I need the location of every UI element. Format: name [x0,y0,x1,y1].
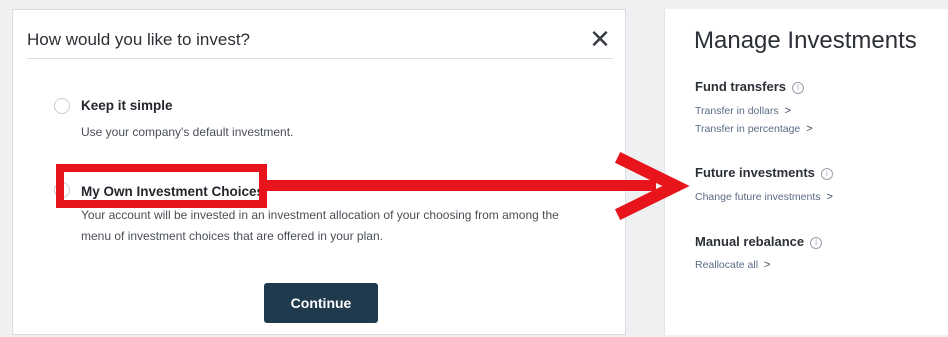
annotation-arrow [266,151,690,221]
arrow-shaft [266,180,656,191]
